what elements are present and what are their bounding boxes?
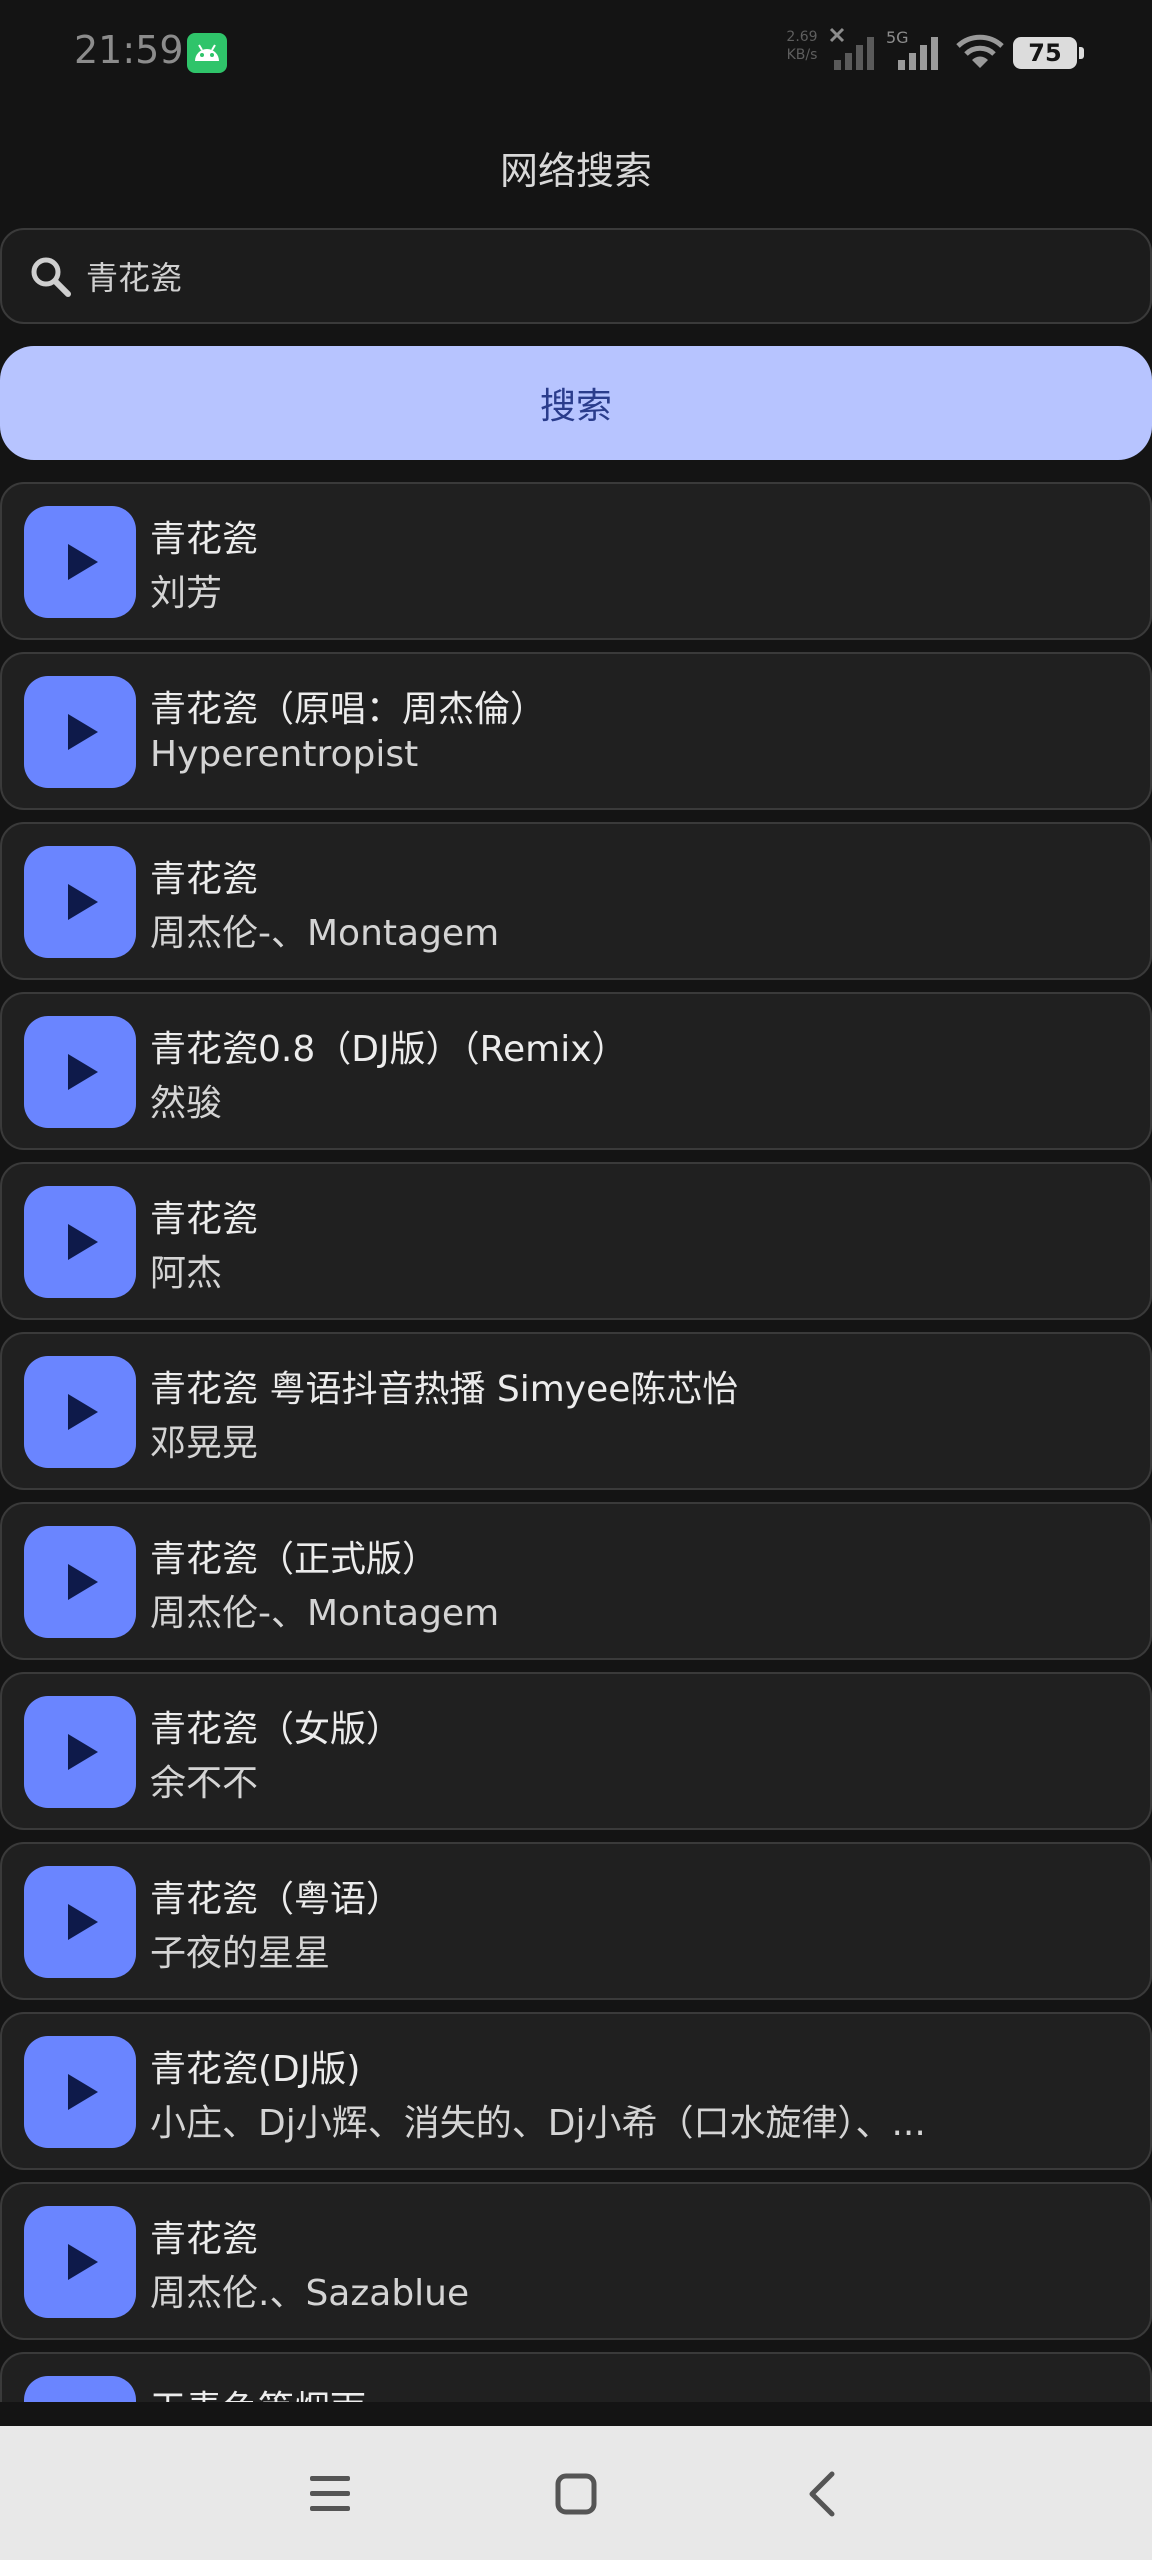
play-button[interactable]	[24, 846, 136, 958]
song-title: 青花瓷（女版）	[150, 1709, 403, 1750]
result-item[interactable]: 天青色等烟雨	[0, 2352, 1152, 2402]
play-button[interactable]	[24, 1356, 136, 1468]
play-button[interactable]	[24, 1016, 136, 1128]
menu-icon[interactable]	[308, 2474, 352, 2514]
network-speed-unit: KB/s	[786, 47, 818, 63]
song-title: 青花瓷	[150, 1199, 259, 1240]
play-icon	[68, 1904, 98, 1940]
back-icon[interactable]	[804, 2470, 840, 2518]
search-icon	[31, 257, 71, 297]
result-item[interactable]: 青花瓷 周杰伦.、Sazablue	[0, 2182, 1152, 2340]
song-artist: 子夜的星星	[150, 1933, 331, 1974]
search-field[interactable]	[0, 228, 1152, 324]
song-title: 青花瓷（粤语）	[150, 1879, 403, 1920]
result-item[interactable]: 青花瓷 刘芳	[0, 482, 1152, 640]
play-icon	[68, 544, 98, 580]
play-icon	[68, 1394, 98, 1430]
result-item[interactable]: 青花瓷 周杰伦-、Montagem	[0, 822, 1152, 980]
song-title: 青花瓷（正式版）	[150, 1539, 439, 1580]
song-title: 青花瓷	[150, 859, 259, 900]
network-speed: 2.69 KB/s	[780, 28, 824, 64]
song-artist: 周杰伦-、Montagem	[150, 913, 500, 954]
battery-indicator: 75	[1013, 37, 1084, 69]
result-item[interactable]: 青花瓷(DJ版) 小庄、Dj小辉、消失的、Dj小希（口水旋律）、...	[0, 2012, 1152, 2170]
song-title: 青花瓷(DJ版)	[150, 2049, 361, 2090]
navbar-gap	[0, 2402, 1152, 2426]
signal-strength-sim1-icon	[834, 37, 874, 70]
play-button[interactable]	[24, 2376, 136, 2402]
song-artist: 余不不	[150, 1763, 259, 1804]
song-title: 青花瓷	[150, 519, 259, 560]
search-input[interactable]	[86, 248, 1086, 304]
song-artist: 周杰伦.、Sazablue	[150, 2273, 470, 2314]
play-button[interactable]	[24, 676, 136, 788]
network-speed-value: 2.69	[786, 29, 818, 45]
wifi-icon	[956, 34, 1004, 68]
play-icon	[68, 1734, 98, 1770]
home-icon[interactable]	[554, 2472, 598, 2516]
android-notification-icon	[187, 33, 227, 73]
play-button[interactable]	[24, 1866, 136, 1978]
play-icon	[68, 2074, 98, 2110]
signal-strength-sim2-icon	[898, 37, 938, 70]
song-artist: 然骏	[150, 1083, 223, 1124]
song-title: 天青色等烟雨	[150, 2380, 1130, 2402]
song-artist: 刘芳	[150, 573, 223, 614]
result-item[interactable]: 青花瓷（原唱：周杰倫） Hyperentropist	[0, 652, 1152, 810]
result-item[interactable]: 青花瓷（女版） 余不不	[0, 1672, 1152, 1830]
song-artist: 小庄、Dj小辉、消失的、Dj小希（口水旋律）、...	[150, 2103, 926, 2144]
result-item[interactable]: 青花瓷（粤语） 子夜的星星	[0, 1842, 1152, 2000]
song-artist: 邓晃晃	[150, 1423, 259, 1464]
play-icon	[68, 1564, 98, 1600]
page-title: 网络搜索	[499, 149, 652, 193]
song-artist: Hyperentropist	[150, 734, 419, 775]
play-icon	[68, 2244, 98, 2280]
result-item[interactable]: 青花瓷 阿杰	[0, 1162, 1152, 1320]
play-icon	[68, 1054, 98, 1090]
play-icon	[68, 884, 98, 920]
play-button[interactable]	[24, 1526, 136, 1638]
song-title: 青花瓷	[150, 2219, 259, 2260]
play-button[interactable]	[24, 1186, 136, 1298]
play-icon	[68, 714, 98, 750]
result-item[interactable]: 青花瓷 粤语抖音热播 Simyee陈芯怡 邓晃晃	[0, 1332, 1152, 1490]
song-title: 青花瓷 粤语抖音热播 Simyee陈芯怡	[150, 1369, 739, 1410]
system-navigation-bar	[0, 2426, 1152, 2560]
song-title: 青花瓷（原唱：周杰倫）	[150, 689, 547, 730]
song-artist: 阿杰	[150, 1253, 223, 1294]
play-button[interactable]	[24, 1696, 136, 1808]
status-bar: 21:59 2.69 KB/s 5G 75	[0, 0, 1152, 100]
result-item[interactable]: 青花瓷0.8（DJ版）（Remix） 然骏	[0, 992, 1152, 1150]
play-button[interactable]	[24, 2206, 136, 2318]
play-button[interactable]	[24, 2036, 136, 2148]
result-item[interactable]: 青花瓷（正式版） 周杰伦-、Montagem	[0, 1502, 1152, 1660]
app-screen: 21:59 2.69 KB/s 5G 75 网络搜索 青花瓷 搜索 青花瓷 刘芳…	[0, 0, 1152, 2560]
song-title: 青花瓷0.8（DJ版）（Remix）	[150, 1029, 628, 1070]
song-artist: 周杰伦-、Montagem	[150, 1593, 500, 1634]
search-button[interactable]: 搜索	[0, 346, 1152, 460]
search-results-list[interactable]: 青花瓷 刘芳 青花瓷（原唱：周杰倫） Hyperentropist 青花瓷 周杰…	[0, 482, 1152, 2402]
play-button[interactable]	[24, 506, 136, 618]
play-icon	[68, 1224, 98, 1260]
status-time: 21:59	[74, 28, 184, 72]
